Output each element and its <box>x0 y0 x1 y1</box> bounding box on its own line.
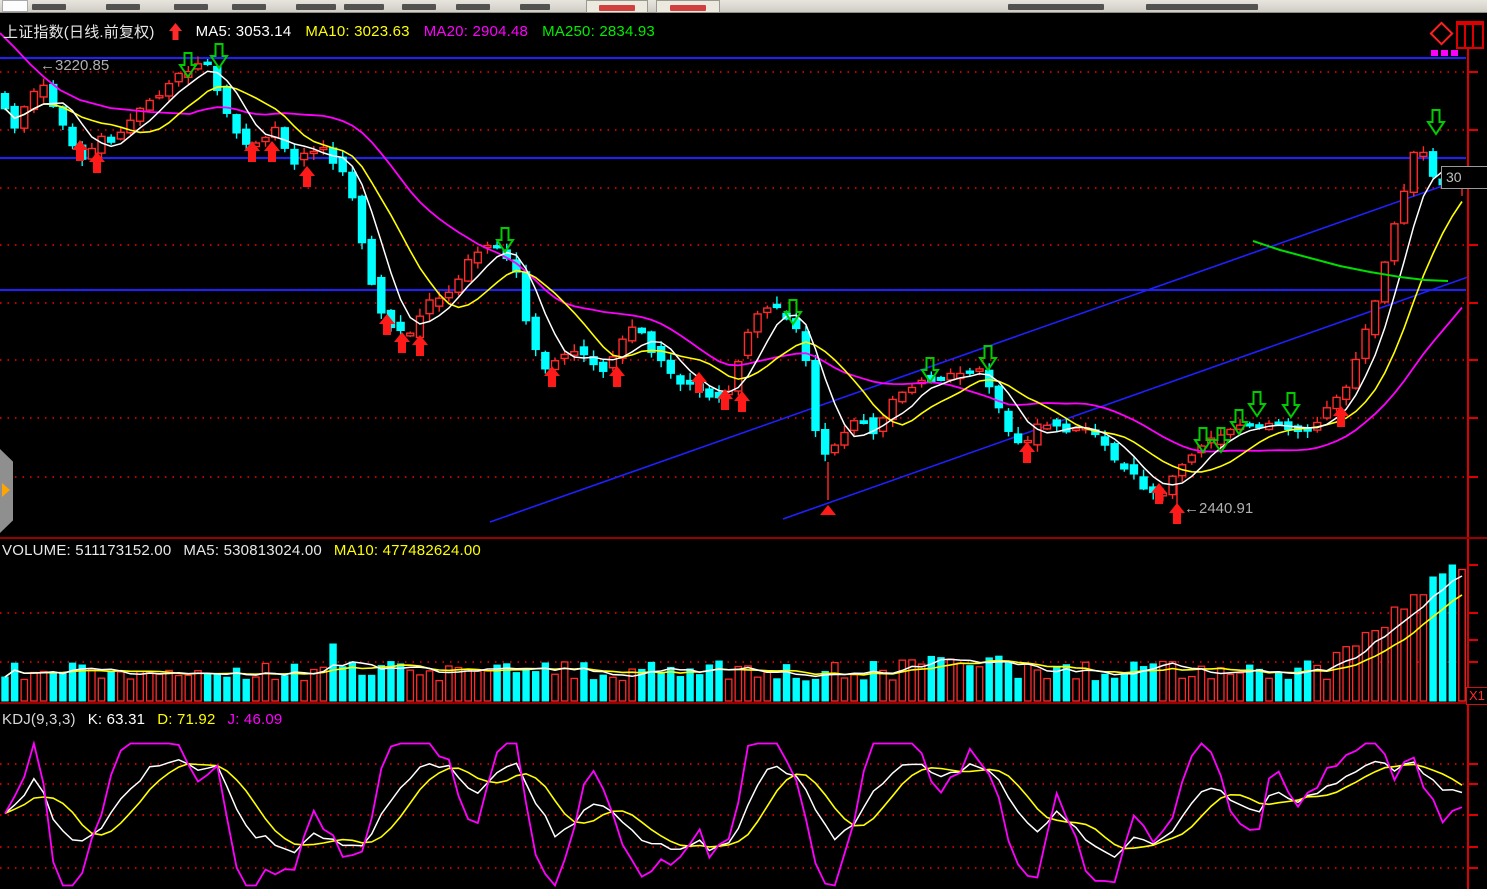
ma5-readout: MA5: 3053.14 <box>196 23 292 40</box>
main-chart-header: 上证指数(日线.前复权) MA5: 3053.14 MA10: 3023.63 … <box>3 21 655 42</box>
kdj-j-readout: J: 46.09 <box>228 711 283 728</box>
more-dots-icon[interactable] <box>1431 50 1438 56</box>
volume-readout: VOLUME: 511173152.00 <box>2 542 171 559</box>
more-dots-icon[interactable] <box>1451 50 1458 56</box>
ma20-readout: MA20: 2904.48 <box>424 23 528 40</box>
sidebar-expand-handle[interactable] <box>0 449 13 533</box>
low-price-annotation: ←2440.91 <box>1184 500 1253 517</box>
volume-ma10-readout: MA10: 477482624.00 <box>334 542 481 559</box>
axis-corner-tag: X1 <box>1466 687 1487 705</box>
up-trend-icon <box>169 23 182 40</box>
kdj-d-readout: D: 71.92 <box>157 711 215 728</box>
kdj-header: KDJ(9,3,3) K: 63.31 D: 71.92 J: 46.09 <box>2 711 282 728</box>
instrument-title: 上证指数(日线.前复权) <box>3 21 155 42</box>
volume-ma5-readout: MA5: 530813024.00 <box>183 542 322 559</box>
kdj-k-readout: K: 63.31 <box>88 711 145 728</box>
expand-arrow-icon <box>2 483 10 497</box>
pane-layout-icon[interactable] <box>1456 21 1484 49</box>
volume-header: VOLUME: 511173152.00 MA5: 530813024.00 M… <box>2 542 481 559</box>
high-price-annotation: ←3220.85 <box>40 57 109 74</box>
kdj-params-label: KDJ(9,3,3) <box>2 711 76 728</box>
candlestick-chart[interactable] <box>0 0 1487 889</box>
trading-app-window: 上证指数(日线.前复权) MA5: 3053.14 MA10: 3023.63 … <box>0 0 1487 889</box>
pane-separator <box>0 537 1487 539</box>
pane-separator <box>0 702 1487 704</box>
ma10-readout: MA10: 3023.63 <box>305 23 409 40</box>
ma250-readout: MA250: 2834.93 <box>542 23 655 40</box>
current-price-tag: 30 <box>1441 166 1487 189</box>
more-dots-icon[interactable] <box>1441 50 1448 56</box>
